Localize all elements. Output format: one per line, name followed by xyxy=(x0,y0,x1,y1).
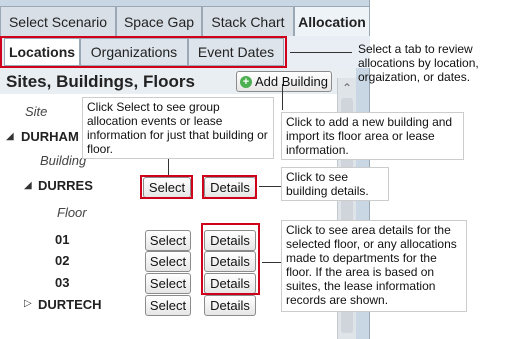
add-building-button[interactable]: + Add Building xyxy=(236,71,332,92)
site-name-durham[interactable]: DURHAM xyxy=(21,129,79,144)
add-building-callout: Click to add a new building and import i… xyxy=(281,112,464,160)
floor-heading: Floor xyxy=(57,205,87,220)
floor-label[interactable]: 02 xyxy=(55,253,69,268)
select-callout: Click Select to see group allocation eve… xyxy=(82,97,274,159)
expanded-triangle-icon[interactable]: ◢ xyxy=(6,131,14,142)
tab-space-gap[interactable]: Space Gap xyxy=(116,6,202,36)
floor-select-button[interactable]: Select xyxy=(145,230,191,251)
floor-details-highlight xyxy=(201,223,260,295)
connector-line xyxy=(290,52,352,53)
connector-line xyxy=(282,84,283,110)
building-details-callout: Click to see building details. xyxy=(281,167,389,201)
select-highlight xyxy=(140,175,193,199)
floor-label[interactable]: 01 xyxy=(55,232,69,247)
site-heading: Site xyxy=(25,104,48,119)
floor-select-button[interactable]: Select xyxy=(145,273,191,294)
chevron-up-icon[interactable]: ⌃ xyxy=(342,81,352,95)
top-tab-bar: Select Scenario Space Gap Stack Chart Al… xyxy=(0,6,370,36)
tab-stack-chart[interactable]: Stack Chart xyxy=(202,6,294,36)
tabs-callout: Select a tab to review allocations by lo… xyxy=(358,42,479,84)
connector-line xyxy=(168,157,169,175)
site-details-button[interactable]: Details xyxy=(204,295,256,316)
panel-title: Sites, Buildings, Floors xyxy=(6,72,195,91)
expanded-triangle-icon[interactable]: ◢ xyxy=(24,180,32,191)
site-name-durtech[interactable]: DURTECH xyxy=(38,297,102,312)
connector-line xyxy=(259,186,283,187)
collapsed-triangle-icon[interactable]: ▷ xyxy=(24,298,32,309)
plus-circle-icon: + xyxy=(240,75,252,88)
building-details-highlight xyxy=(202,175,257,199)
tab-select-scenario[interactable]: Select Scenario xyxy=(0,6,116,36)
add-building-label: Add Building xyxy=(255,74,328,89)
tabs-highlight xyxy=(0,36,287,68)
floor-details-callout: Click to see area details for the select… xyxy=(281,220,467,312)
building-name-durres[interactable]: DURRES xyxy=(38,178,93,193)
floor-select-button[interactable]: Select xyxy=(145,251,191,272)
building-heading: Building xyxy=(40,153,87,168)
floor-label[interactable]: 03 xyxy=(55,275,69,290)
site-select-button[interactable]: Select xyxy=(145,295,191,316)
tab-allocation[interactable]: Allocation xyxy=(294,6,370,36)
